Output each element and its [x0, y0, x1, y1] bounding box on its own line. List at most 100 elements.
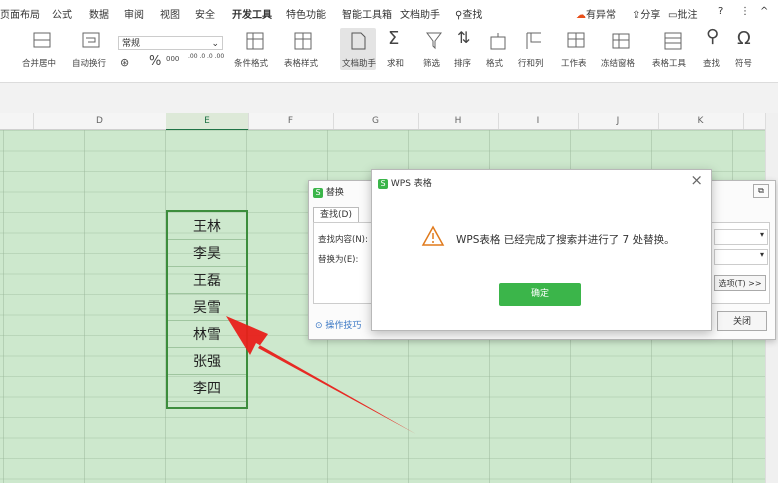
find-button[interactable]: 查找	[703, 57, 720, 69]
tab-doc-assistant[interactable]: 文档助手	[400, 6, 440, 21]
tab-search[interactable]: ⚲查找	[455, 6, 482, 21]
worksheet-icon	[567, 32, 585, 48]
chevron-down-icon: ⌄	[211, 39, 219, 49]
sort-button[interactable]: 排序	[454, 57, 471, 69]
tab-security[interactable]: 安全	[195, 6, 215, 21]
column-header-f[interactable]: F	[248, 113, 334, 129]
thousands-button[interactable]: 000	[166, 55, 179, 63]
sum-icon: Σ	[388, 28, 400, 49]
worksheet-button[interactable]: 工作表	[561, 57, 587, 69]
info-circle-icon: ⊙	[315, 321, 323, 331]
column-header-h[interactable]: H	[418, 113, 499, 129]
chevron-down-icon: ▾	[759, 250, 764, 259]
replace-input[interactable]: ▾	[714, 249, 768, 265]
warning-icon	[421, 225, 445, 246]
row-column-icon	[526, 32, 541, 49]
corner-cell[interactable]	[0, 113, 34, 129]
freeze-panes-button[interactable]: 冻结窗格	[601, 57, 635, 69]
doc-assistant-label: 文档助手	[342, 59, 377, 69]
tab-formulas[interactable]: 公式	[52, 6, 72, 21]
alert-dialog: S WPS 表格 × WPS表格 已经完成了搜索并进行了 7 处替换。 确定	[371, 169, 712, 331]
merge-center-icon	[33, 32, 51, 48]
wrap-text-icon	[82, 32, 100, 48]
table-style-icon	[294, 32, 312, 50]
find-icon: ⚲	[706, 26, 720, 47]
cell-e[interactable]: 王林	[168, 216, 246, 240]
tab-find[interactable]: 查找(D)	[313, 207, 359, 222]
cell-e[interactable]: 王磊	[168, 270, 246, 294]
percent-button[interactable]: %	[149, 54, 161, 69]
row-column-button[interactable]: 行和列	[518, 57, 544, 69]
column-header-g[interactable]: G	[333, 113, 419, 129]
sort-icon: ⇅	[457, 28, 471, 47]
tab-review[interactable]: 审阅	[124, 6, 144, 21]
alert-titlebar: S WPS 表格	[378, 176, 432, 189]
maximize-icon[interactable]: ⧉	[753, 184, 769, 198]
merge-center-button[interactable]: 合并居中	[22, 57, 56, 69]
tips-link-label: 操作技巧	[325, 321, 362, 331]
cell-e[interactable]: 林雪	[168, 324, 246, 348]
cell-e[interactable]: 李四	[168, 378, 246, 402]
tab-features[interactable]: 特色功能	[286, 6, 326, 21]
chevron-down-icon: ▾	[759, 230, 764, 239]
anomaly-item[interactable]: ☁有异常	[576, 6, 616, 21]
number-format-select[interactable]: 常规 ⌄	[118, 36, 223, 50]
column-header-j[interactable]: J	[578, 113, 659, 129]
conditional-format-button[interactable]: 条件格式	[234, 57, 268, 69]
tips-link[interactable]: ⊙ 操作技巧	[315, 318, 361, 331]
freeze-panes-icon	[612, 33, 630, 49]
format-icon	[490, 33, 506, 50]
formula-bar-area	[0, 83, 778, 113]
share-item[interactable]: ⇪分享	[632, 6, 660, 21]
tab-developer[interactable]: 开发工具	[232, 6, 272, 21]
omega-symbol-icon: Ω	[737, 28, 751, 49]
find-label: 查找内容(N):	[318, 235, 368, 245]
tab-view[interactable]: 视图	[160, 6, 180, 21]
format-button[interactable]: 格式	[486, 57, 503, 69]
close-icon[interactable]: ×	[690, 171, 703, 189]
decrease-decimal-button[interactable]: .0 .00	[207, 53, 224, 60]
tab-page-layout[interactable]: 页面布局	[0, 6, 40, 21]
cell-e[interactable]: 李昊	[168, 243, 246, 267]
column-header-k[interactable]: K	[658, 113, 744, 129]
table-style-button[interactable]: 表格样式	[284, 57, 318, 69]
help-icon[interactable]: ?	[718, 6, 723, 17]
doc-assistant-button[interactable]: 文档助手	[340, 28, 376, 70]
column-header-d[interactable]: D	[33, 113, 167, 129]
replace-dialog-titlebar: S 替换	[313, 185, 344, 198]
wrap-text-button[interactable]: 自动换行	[72, 57, 106, 69]
increase-decimal-button[interactable]: .00 .0	[188, 53, 205, 60]
column-header-i[interactable]: I	[498, 113, 579, 129]
alert-title: WPS 表格	[390, 179, 432, 189]
wps-s-icon: S	[378, 179, 388, 189]
selected-range[interactable]: 王林 李昊 王磊 吴雪 林雪 张强 李四	[166, 210, 248, 409]
confirm-button[interactable]: 确定	[499, 283, 581, 306]
symbol-button[interactable]: 符号	[735, 57, 752, 69]
close-button[interactable]: 关闭	[717, 311, 767, 331]
filter-icon	[426, 32, 442, 50]
column-header-bar: D E F G H I J K	[0, 113, 765, 131]
comment-label: 批注	[677, 10, 698, 21]
filter-button[interactable]: 筛选	[423, 57, 440, 69]
tab-smart-toolbox[interactable]: 智能工具箱	[342, 6, 392, 21]
cell-e[interactable]: 吴雪	[168, 297, 246, 321]
wps-s-icon: S	[313, 188, 323, 198]
table-tools-icon	[664, 32, 682, 50]
column-header-e[interactable]: E	[166, 113, 249, 131]
find-input[interactable]: ▾	[714, 229, 768, 245]
comment-item[interactable]: ▭批注	[668, 6, 697, 21]
cell-e[interactable]: 张强	[168, 351, 246, 375]
anomaly-label: 有异常	[586, 10, 616, 21]
collapse-ribbon-icon[interactable]: ^	[760, 6, 768, 17]
sum-button[interactable]: 求和	[387, 57, 404, 69]
tab-data[interactable]: 数据	[89, 6, 109, 21]
more-icon[interactable]: ⋮	[740, 6, 750, 17]
document-icon	[351, 32, 366, 50]
ribbon-tab-bar: 页面布局 公式 数据 审阅 视图 安全 开发工具 特色功能 智能工具箱 文档助手…	[0, 0, 778, 24]
share-label: 分享	[640, 10, 661, 21]
options-button[interactable]: 选项(T) >>	[714, 275, 766, 291]
replace-label: 替换为(E):	[318, 255, 359, 265]
alert-message: WPS表格 已经完成了搜索并进行了 7 处替换。	[456, 234, 675, 246]
table-tools-button[interactable]: 表格工具	[652, 57, 686, 69]
currency-icon[interactable]: ⊛	[120, 56, 129, 69]
